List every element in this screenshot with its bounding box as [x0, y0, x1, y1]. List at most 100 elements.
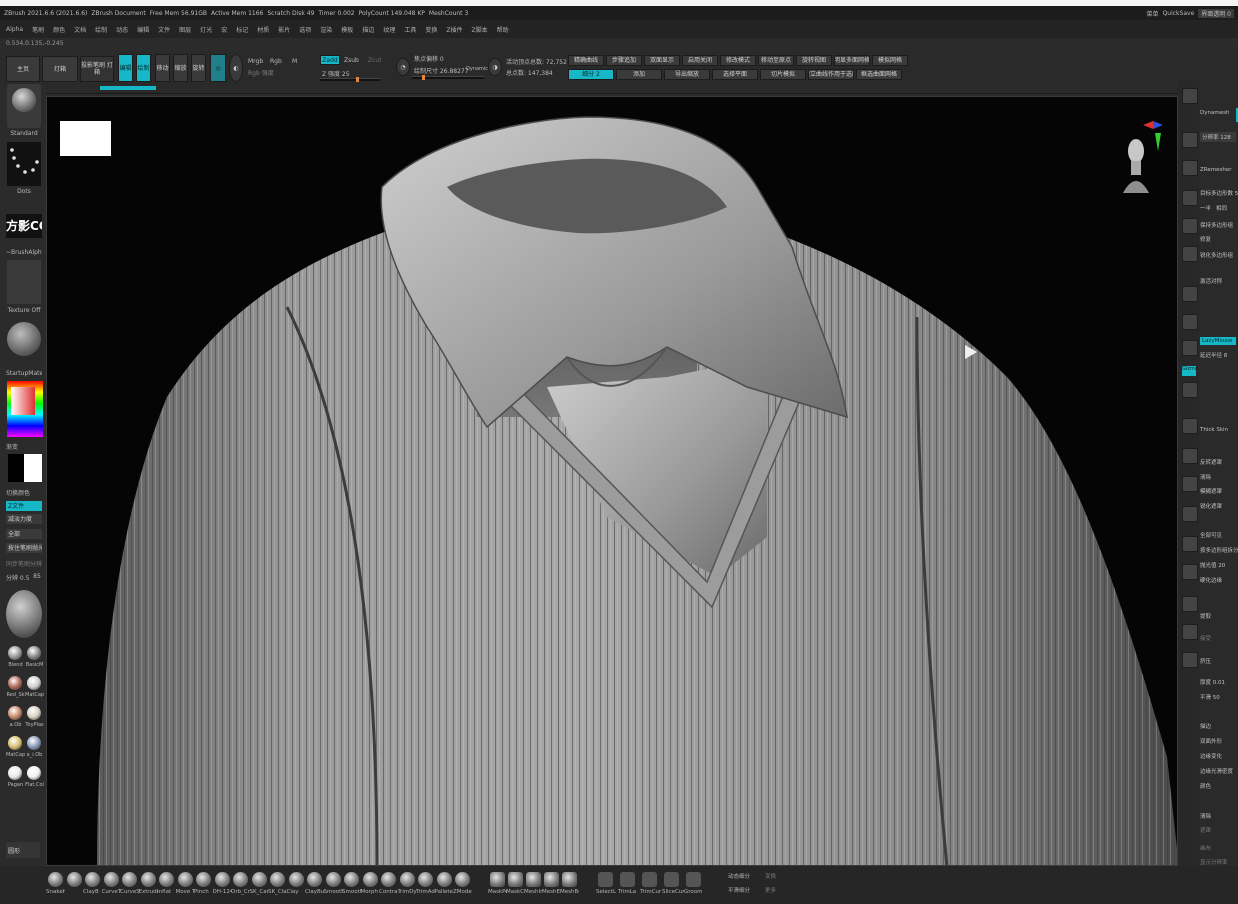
- zsub-button[interactable]: Zsub: [344, 57, 359, 64]
- stroke-dots-icon[interactable]: [7, 142, 41, 186]
- nav-tool-icon[interactable]: [1182, 624, 1198, 640]
- brush-sphere-icon[interactable]: [270, 872, 285, 887]
- brush-sphere-icon[interactable]: [48, 872, 63, 887]
- menu-item[interactable]: 笔刷: [32, 25, 44, 34]
- toolbar-button[interactable]: 框选曲面网格: [856, 69, 902, 80]
- brush-sphere-icon[interactable]: [233, 872, 248, 887]
- clear-mask-button[interactable]: 清除: [1200, 473, 1211, 481]
- edge-button[interactable]: 描边: [1200, 722, 1211, 730]
- nav-tool-icon[interactable]: [1182, 418, 1198, 434]
- nav-tool-icon[interactable]: [1182, 476, 1198, 492]
- draw-button[interactable]: 绘制: [136, 54, 151, 82]
- toolbar-button[interactable]: 精确曲线: [568, 55, 604, 66]
- mask-brush-icon[interactable]: [490, 872, 505, 887]
- bevel-button[interactable]: 挤压: [1200, 657, 1211, 665]
- color-button[interactable]: 颜色: [1200, 782, 1211, 790]
- home-button[interactable]: 主页: [6, 56, 40, 82]
- bottom-info-4[interactable]: 更多: [765, 886, 776, 894]
- thickness-slider[interactable]: 厚度 0.01: [1200, 678, 1225, 686]
- toolbar-button[interactable]: 启用关闭: [682, 55, 718, 66]
- mrgb-button[interactable]: Mrgb: [248, 58, 263, 65]
- bottom-info-1[interactable]: 动态细分: [728, 872, 750, 880]
- material-swatch[interactable]: [27, 766, 41, 780]
- dynamesh-label[interactable]: Dynamesh: [1200, 110, 1229, 116]
- keep-groups-button[interactable]: 保持多边形组: [1200, 221, 1233, 229]
- menu-item[interactable]: 文档: [74, 25, 86, 34]
- bottom-info-2[interactable]: 平滑细分: [728, 886, 750, 894]
- mask-brush-icon[interactable]: [562, 872, 577, 887]
- m-button[interactable]: M: [292, 58, 297, 65]
- right-bottom-3[interactable]: 画布: [1200, 844, 1211, 852]
- material-swatch[interactable]: [8, 646, 22, 660]
- brush-sphere-icon[interactable]: [66, 872, 82, 887]
- lazy-radius-slider[interactable]: 延迟半径 8: [1200, 351, 1227, 359]
- invert-mask-button[interactable]: 反转遮罩: [1200, 458, 1222, 466]
- material-swatch[interactable]: [8, 706, 22, 720]
- nav-tool-icon[interactable]: [1182, 596, 1198, 612]
- polish-button[interactable]: 按住笔刷抛光: [6, 543, 42, 553]
- zremesher-button[interactable]: ZRemesher: [1200, 167, 1231, 173]
- brush-sphere-icon[interactable]: [159, 872, 174, 887]
- right-bottom-1[interactable]: 清除: [1200, 812, 1211, 820]
- half-button[interactable]: 一半: [1200, 204, 1211, 212]
- toolbar-button[interactable]: 添加: [616, 69, 662, 80]
- group-split-button[interactable]: 按多边形组拆分子工具: [1200, 546, 1238, 554]
- menu-item[interactable]: Z脚本: [472, 25, 488, 34]
- material-sphere[interactable]: [7, 322, 41, 356]
- brush-sphere-icon[interactable]: [251, 872, 267, 887]
- toolbar-button[interactable]: 导出缩放: [664, 69, 710, 80]
- z-intensity-slider[interactable]: [320, 77, 380, 82]
- color-picker[interactable]: [7, 381, 43, 437]
- brush-sphere-icon[interactable]: [362, 872, 378, 887]
- brush-sphere-icon[interactable]: [418, 872, 433, 887]
- standard-brush-icon[interactable]: [7, 84, 41, 128]
- menu-toggle[interactable]: 菜单: [1147, 9, 1159, 18]
- brush-sphere-icon[interactable]: [288, 872, 304, 887]
- brush-sphere-icon[interactable]: [399, 872, 415, 887]
- nav-tool-icon[interactable]: [1182, 218, 1198, 234]
- menu-item[interactable]: 纹理: [383, 25, 395, 34]
- mask-brush-icon[interactable]: [508, 872, 523, 887]
- brush-sphere-icon[interactable]: [103, 872, 119, 887]
- menu-item[interactable]: 帮助: [497, 25, 509, 34]
- move-button[interactable]: 移动: [155, 54, 170, 82]
- nav-tool-icon[interactable]: [1182, 340, 1198, 356]
- nav-tool-icon[interactable]: [1182, 190, 1198, 206]
- sculpt-mode-button[interactable]: 全部: [6, 529, 42, 539]
- lightbox-button[interactable]: 灯箱: [42, 56, 78, 82]
- material-swatch[interactable]: [27, 646, 41, 660]
- toolbar-button[interactable]: 细分 2: [568, 69, 614, 80]
- menu-item[interactable]: 动态: [116, 25, 128, 34]
- crisp-edges-button[interactable]: 硬化边缘: [1200, 576, 1222, 584]
- secondary-color[interactable]: [8, 454, 24, 482]
- toolbar-button[interactable]: 明显多面网格: [834, 55, 870, 66]
- menu-item[interactable]: 材质: [257, 25, 269, 34]
- menu-item[interactable]: 颜色: [53, 25, 65, 34]
- dynamic-button[interactable]: Dynamic: [466, 66, 488, 72]
- material-sphere-icon[interactable]: ◐: [229, 54, 243, 82]
- smoothing-slider[interactable]: 平滑 50: [1200, 693, 1220, 701]
- projection-button[interactable]: 投影笔刷 灯箱: [80, 56, 114, 82]
- zadd-button[interactable]: Zadd: [320, 55, 340, 65]
- quicksave-button[interactable]: QuickSave: [1163, 10, 1195, 17]
- fix-button[interactable]: 修复: [1200, 235, 1211, 243]
- nav-tool-icon[interactable]: [1182, 564, 1198, 580]
- lazymouse-toggle[interactable]: LazyMouse: [1200, 337, 1236, 345]
- dual-button[interactable]: 双面外形: [1200, 737, 1222, 745]
- brush-sphere-icon[interactable]: [214, 872, 230, 887]
- active-material-sphere[interactable]: [6, 590, 42, 638]
- menu-item[interactable]: 灯光: [200, 25, 212, 34]
- menu-item[interactable]: 编辑: [137, 25, 149, 34]
- nav-tool-icon[interactable]: [1182, 246, 1198, 262]
- toolbar-button[interactable]: 旋转视图: [796, 55, 832, 66]
- brush-sphere-icon[interactable]: [85, 872, 100, 887]
- right-bottom-2[interactable]: 遮罩: [1200, 826, 1211, 834]
- select-brush-icon[interactable]: [686, 872, 701, 887]
- brush-sphere-icon[interactable]: [325, 872, 341, 887]
- mask-brush-icon[interactable]: [544, 872, 559, 887]
- thick-skin-button[interactable]: Thick Skin: [1200, 427, 1228, 433]
- brush-sphere-icon[interactable]: [122, 872, 137, 887]
- symmetry-icon[interactable]: ◎: [210, 54, 226, 82]
- menu-item[interactable]: 宏: [221, 25, 227, 34]
- menu-item[interactable]: 标记: [236, 25, 248, 34]
